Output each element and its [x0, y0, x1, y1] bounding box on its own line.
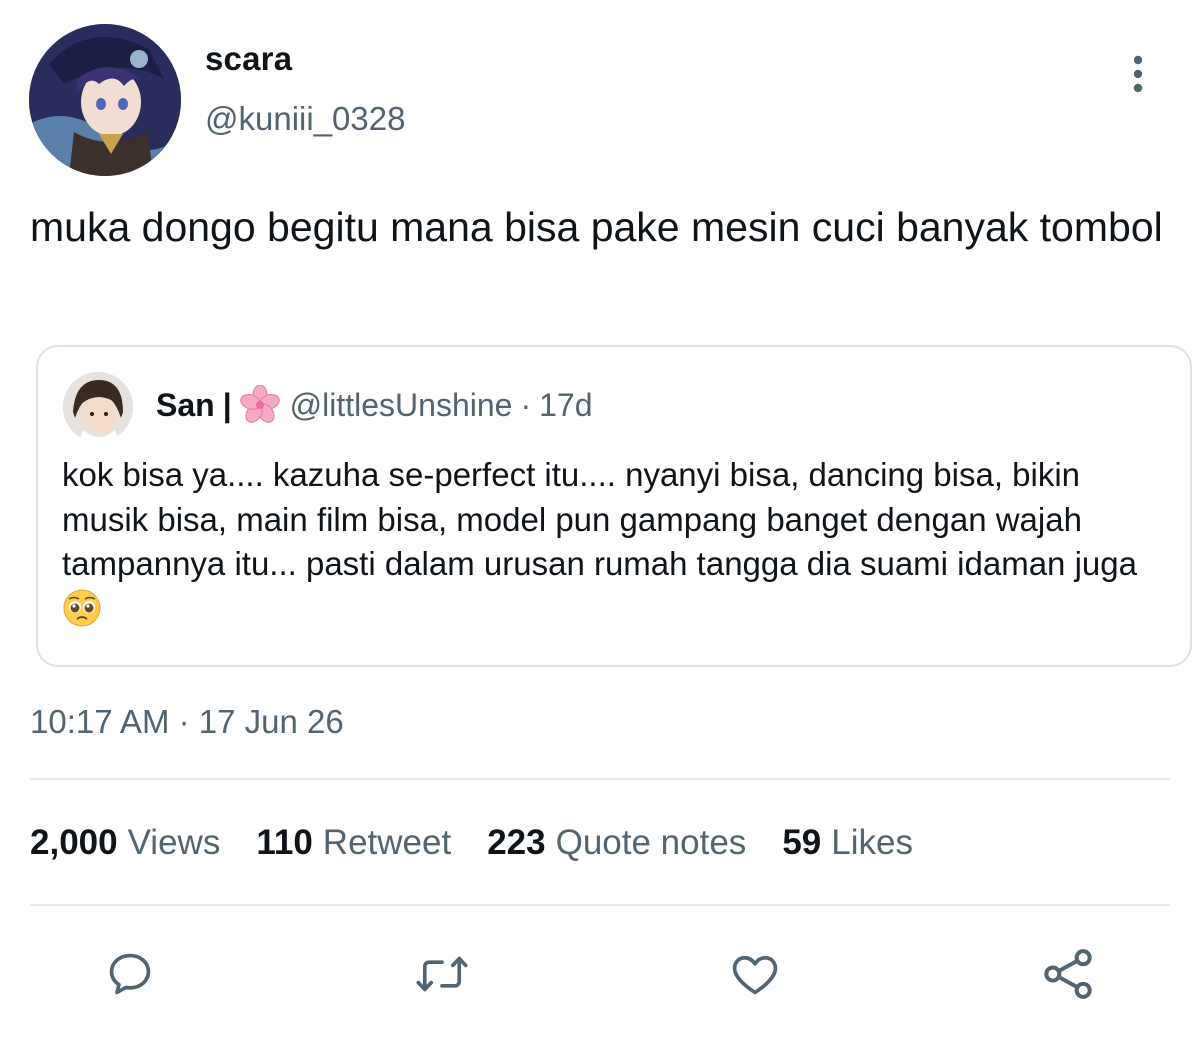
child-photo-avatar-icon — [63, 372, 133, 442]
divider — [30, 778, 1170, 780]
more-options-button[interactable] — [1120, 52, 1156, 96]
views-stat[interactable]: 2,000 Views — [30, 823, 220, 863]
quote-author-name[interactable]: San — [156, 387, 215, 424]
pleading-face-icon — [63, 589, 101, 626]
quote-text: kok bisa ya.... kazuha se-perfect itu...… — [62, 456, 1137, 582]
cherry-blossom-icon — [239, 385, 280, 423]
reply-button[interactable] — [100, 944, 160, 1004]
quote-author-avatar — [63, 372, 133, 442]
anime-character-avatar-icon — [29, 24, 181, 176]
quotes-count: 223 — [487, 823, 546, 862]
like-button[interactable] — [725, 944, 785, 1004]
likes-label: Likes — [831, 823, 913, 862]
reply-icon — [109, 953, 151, 995]
views-label: Views — [127, 823, 221, 862]
quote-name-separator: | — [222, 386, 232, 423]
heart-icon — [732, 955, 778, 995]
author-avatar[interactable] — [29, 24, 181, 176]
quote-author-handle[interactable]: @littlesUnshine — [290, 387, 513, 424]
divider — [30, 904, 1170, 906]
likes-count: 59 — [782, 823, 822, 862]
tweet-stats: 2,000 Views 110 Retweet 223 Quote notes 59 L… — [30, 823, 949, 863]
quote-dot-separator: · — [520, 386, 532, 423]
share-button[interactable] — [1038, 944, 1098, 1004]
retweets-count: 110 — [256, 823, 313, 862]
likes-stat[interactable]: 59 Likes — [782, 823, 913, 863]
author-handle[interactable]: @kuniii_0328 — [205, 100, 405, 138]
retweets-label: Retweet — [322, 823, 452, 862]
retweets-stat[interactable]: 110 Retweet — [256, 823, 451, 863]
quotes-label: Quote notes — [555, 823, 747, 862]
retweet-button[interactable] — [412, 944, 472, 1004]
quoted-tweet-card[interactable]: San | @littlesUnshine · 17d kok bisa ya.… — [36, 345, 1192, 667]
quote-header: San | @littlesUnshine · 17d — [156, 385, 592, 425]
quotes-stat[interactable]: 223 Quote notes — [487, 823, 746, 863]
tweet-timestamp[interactable]: 10:17 AM · 17 Jun 26 — [30, 703, 344, 741]
views-count: 2,000 — [30, 823, 118, 862]
retweet-icon — [416, 956, 468, 992]
more-vertical-icon — [1133, 55, 1143, 93]
share-icon — [1044, 949, 1092, 999]
quote-text-container: kok bisa ya.... kazuha se-perfect itu...… — [62, 453, 1172, 631]
quote-relative-time: 17d — [539, 386, 593, 423]
author-display-name[interactable]: scara — [205, 40, 292, 78]
tweet-text: muka dongo begitu mana bisa pake mesin c… — [30, 204, 1163, 250]
